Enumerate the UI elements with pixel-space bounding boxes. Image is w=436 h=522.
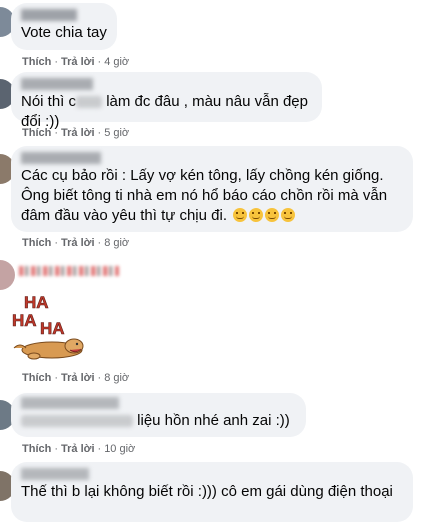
svg-text:HA: HA bbox=[12, 311, 37, 330]
haha-dog-sticker[interactable]: HA HA HA bbox=[10, 290, 88, 360]
comment-actions: Thích · Trả lời · 8 giờ bbox=[22, 372, 130, 384]
relieved-face-emoji-icon bbox=[265, 208, 280, 222]
censored-text bbox=[21, 415, 133, 428]
comment-text: Thế thì b lại không biết rồi :))) cô em … bbox=[21, 483, 393, 500]
comment-text: liệu hồn nhé anh zai :)) bbox=[21, 412, 290, 429]
like-link[interactable]: Thích bbox=[22, 56, 51, 68]
comment-text: Các cụ bảo rồi : Lấy vợ kén tông, lấy ch… bbox=[21, 167, 388, 224]
comment-text: Nói thì c làm đc đâu , màu nâu vẫn đẹp đ… bbox=[21, 93, 313, 130]
author-name[interactable] bbox=[21, 9, 77, 21]
author-name[interactable] bbox=[21, 397, 119, 409]
reply-link[interactable]: Trả lời bbox=[61, 56, 95, 68]
author-name[interactable] bbox=[19, 266, 119, 276]
timestamp[interactable]: 4 giờ bbox=[104, 56, 129, 68]
comment-actions: Thích · Trả lời · 5 giờ bbox=[22, 127, 130, 139]
censored-text bbox=[76, 96, 103, 109]
sticker-text: HA bbox=[24, 293, 49, 312]
timestamp[interactable]: 8 giờ bbox=[104, 372, 129, 384]
author-name[interactable] bbox=[21, 152, 101, 164]
timestamp[interactable]: 10 giờ bbox=[104, 443, 135, 455]
relieved-face-emoji-icon bbox=[281, 208, 296, 222]
comment-bubble: Nói thì c làm đc đâu , màu nâu vẫn đẹp đ… bbox=[11, 72, 322, 130]
comment-bubble: Các cụ bảo rồi : Lấy vợ kén tông, lấy ch… bbox=[11, 146, 413, 232]
comment-bubble: Vote chia tay bbox=[11, 3, 117, 50]
reply-link[interactable]: Trả lời bbox=[61, 372, 95, 384]
relieved-face-emoji-icon bbox=[233, 208, 248, 222]
comment-text: Vote chia tay bbox=[21, 24, 107, 41]
like-link[interactable]: Thích bbox=[22, 127, 51, 139]
reply-link[interactable]: Trả lời bbox=[61, 443, 95, 455]
comment-actions: Thích · Trả lời · 10 giờ bbox=[22, 443, 136, 455]
like-link[interactable]: Thích bbox=[22, 443, 51, 455]
like-link[interactable]: Thích bbox=[22, 372, 51, 384]
author-name[interactable] bbox=[21, 78, 93, 90]
comment-actions: Thích · Trả lời · 4 giờ bbox=[22, 56, 130, 68]
relieved-face-emoji-icon bbox=[249, 208, 264, 222]
svg-text:HA: HA bbox=[40, 319, 65, 338]
timestamp[interactable]: 8 giờ bbox=[104, 237, 129, 249]
comment-bubble: liệu hồn nhé anh zai :)) bbox=[11, 393, 306, 437]
timestamp[interactable]: 5 giờ bbox=[104, 127, 129, 139]
avatar[interactable] bbox=[0, 260, 15, 290]
reply-link[interactable]: Trả lời bbox=[61, 237, 95, 249]
comment-actions: Thích · Trả lời · 8 giờ bbox=[22, 237, 130, 249]
like-link[interactable]: Thích bbox=[22, 237, 51, 249]
comment-bubble: Thế thì b lại không biết rồi :))) cô em … bbox=[11, 462, 413, 522]
reply-link[interactable]: Trả lời bbox=[61, 127, 95, 139]
author-name[interactable] bbox=[21, 468, 89, 480]
